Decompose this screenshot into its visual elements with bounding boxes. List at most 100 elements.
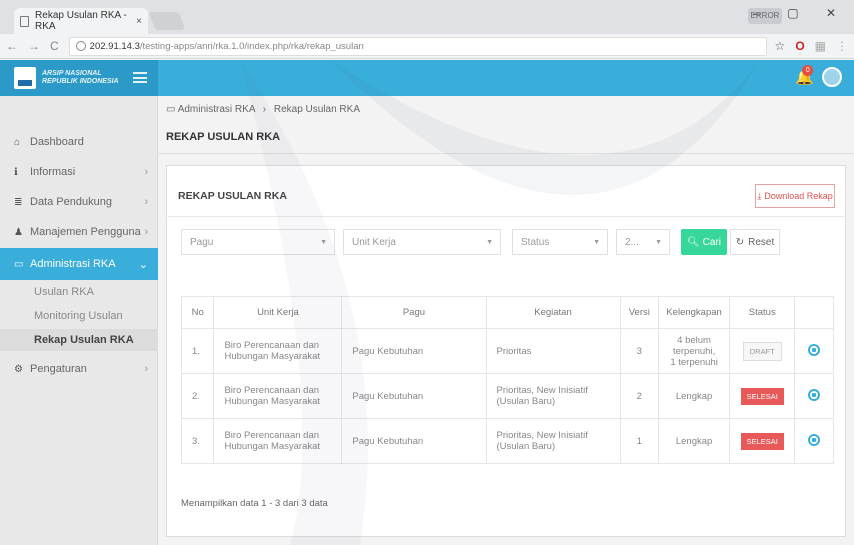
sidebar-item-pengaturan[interactable]: ⚙ Pengaturan › bbox=[0, 354, 158, 384]
sidebar-subitem-monitoring-usulan[interactable]: Monitoring Usulan bbox=[34, 310, 123, 322]
rekap-table: No Unit Kerja Pagu Kegiatan Versi Keleng… bbox=[180, 296, 834, 464]
sidebar-item-label: Administrasi RKA bbox=[30, 258, 116, 270]
chevron-right-icon: › bbox=[144, 166, 148, 178]
sidebar-item-label: Manajemen Pengguna bbox=[30, 226, 141, 238]
caret-down-icon: ▼ bbox=[320, 238, 327, 246]
sidebar-item-label: Informasi bbox=[30, 166, 76, 178]
pagination-summary: Menampilkan data 1 - 3 dari 3 data bbox=[181, 498, 328, 509]
breadcrumb-current: Rekap Usulan RKA bbox=[273, 104, 360, 115]
column-header: Unit Kerja bbox=[213, 296, 343, 329]
tab-close-icon[interactable]: × bbox=[136, 16, 142, 27]
address-bar: ← → C 202.91.14.3 /testing-apps/anri/rka… bbox=[0, 34, 854, 59]
menu-icon[interactable] bbox=[133, 72, 147, 83]
cell-unit-kerja: Biro Perencanaan dan Hubungan Masyarakat bbox=[213, 328, 343, 374]
column-header: Status bbox=[729, 296, 796, 329]
sidebar: ⌂ Dashboard ℹ Informasi › ≣ Data Penduku… bbox=[0, 96, 158, 545]
reset-button-label: Reset bbox=[748, 236, 775, 248]
sidebar-subitem-rekap-usulan-rka[interactable]: Rekap Usulan RKA bbox=[0, 329, 158, 351]
bookmark-star-icon[interactable]: ☆ bbox=[775, 39, 786, 53]
forward-icon[interactable]: → bbox=[28, 39, 40, 53]
logo-line2: REPUBLIK INDONESIA bbox=[42, 78, 119, 85]
database-icon: ≣ bbox=[14, 196, 23, 208]
status-select[interactable]: Status ▼ bbox=[512, 229, 608, 255]
logo-line1: ARSIP NASIONAL bbox=[42, 70, 102, 77]
page-title: REKAP USULAN RKA bbox=[166, 131, 281, 143]
url-path: /testing-apps/anri/rka.1.0/index.php/rka… bbox=[139, 40, 364, 52]
refresh-icon: ↻ bbox=[735, 236, 745, 248]
view-detail-icon[interactable] bbox=[808, 433, 821, 446]
column-header bbox=[794, 296, 834, 329]
chevron-down-icon: ⌄ bbox=[138, 258, 148, 271]
notification-badge: 0 bbox=[802, 65, 814, 76]
year-select[interactable]: 2... ▼ bbox=[616, 229, 670, 255]
caret-down-icon: ▼ bbox=[655, 238, 662, 246]
sidebar-item-administrasi-rka[interactable]: ▭ Administrasi RKA ⌄ bbox=[0, 248, 158, 280]
divider bbox=[158, 153, 854, 154]
opera-icon[interactable]: O bbox=[795, 39, 804, 53]
pagu-select[interactable]: Pagu ▼ bbox=[181, 229, 335, 255]
browser-tab[interactable]: Rekap Usulan RKA - RKA × bbox=[14, 8, 148, 34]
caret-down-icon: ▼ bbox=[486, 238, 493, 246]
column-header: Kegiatan bbox=[485, 296, 621, 329]
url-field[interactable]: 202.91.14.3 /testing-apps/anri/rka.1.0/i… bbox=[68, 36, 767, 56]
cell-unit-kerja: Biro Perencanaan dan Hubungan Masyarakat bbox=[213, 373, 343, 419]
tab-title: Rekap Usulan RKA - RKA bbox=[35, 10, 127, 32]
search-button-label: Cari bbox=[702, 236, 722, 248]
user-icon: ♟ bbox=[14, 226, 23, 238]
cell-kegiatan: Prioritas, New Inisiatif (Usulan Baru) bbox=[485, 418, 621, 464]
view-detail-icon[interactable] bbox=[808, 388, 821, 401]
sidebar-item-data-pendukung[interactable]: ≣ Data Pendukung › bbox=[0, 187, 158, 217]
reload-icon[interactable]: C bbox=[50, 39, 59, 53]
download-rekap-button[interactable]: ⤓ Download Rekap bbox=[755, 184, 835, 208]
extension-icon[interactable]: ▦ bbox=[815, 39, 826, 53]
year-select-value: 2... bbox=[625, 236, 639, 248]
folder-icon: ▭ bbox=[166, 104, 178, 115]
cell-pagu: Pagu Kebutuhan bbox=[341, 373, 487, 419]
browser-menu-icon[interactable]: ⋮ bbox=[836, 39, 848, 53]
status-badge: DRAFT bbox=[742, 341, 782, 361]
cell-versi: 3 bbox=[619, 328, 660, 374]
breadcrumb-parent[interactable]: Administrasi RKA bbox=[178, 104, 255, 115]
anri-emblem-icon bbox=[14, 67, 36, 89]
new-tab-button[interactable] bbox=[148, 12, 186, 30]
column-header: No bbox=[180, 296, 215, 329]
info-icon[interactable] bbox=[75, 41, 86, 51]
status-select-value: Status bbox=[521, 236, 550, 248]
sidebar-item-label: Dashboard bbox=[30, 136, 84, 148]
cell-unit-kerja: Biro Perencanaan dan Hubungan Masyarakat bbox=[213, 418, 343, 464]
unit-kerja-select-value: Unit Kerja bbox=[352, 236, 396, 248]
table-row: 3. Biro Perencanaan dan Hubungan Masyara… bbox=[180, 418, 834, 464]
chevron-right-icon: › bbox=[144, 363, 148, 375]
view-detail-icon[interactable] bbox=[808, 343, 821, 356]
user-avatar[interactable] bbox=[822, 67, 842, 87]
window-controls[interactable]: – ▢ ✕ bbox=[753, 6, 848, 20]
sidebar-item-manajemen-pengguna[interactable]: ♟ Manajemen Pengguna › bbox=[0, 217, 158, 247]
download-icon: ⤓ bbox=[757, 190, 762, 201]
info-icon: ℹ bbox=[14, 166, 18, 178]
back-icon[interactable]: ← bbox=[6, 39, 18, 53]
cell-pagu: Pagu Kebutuhan bbox=[341, 418, 487, 464]
app-header: ARSIP NASIONAL REPUBLIK INDONESIA 🔔 0 bbox=[0, 60, 854, 96]
column-header: Pagu bbox=[341, 296, 487, 329]
cell-kegiatan: Prioritas, New Inisiatif (Usulan Baru) bbox=[485, 373, 621, 419]
search-button[interactable]: 🔍︎ Cari bbox=[681, 229, 727, 255]
reset-button[interactable]: ↻ Reset bbox=[730, 229, 780, 255]
sidebar-item-label: Data Pendukung bbox=[30, 196, 112, 208]
home-icon: ⌂ bbox=[14, 136, 21, 148]
browser-tabbar: Rekap Usulan RKA - RKA × ERROR – ▢ ✕ bbox=[0, 0, 854, 34]
column-header: Kelengkapan bbox=[658, 296, 731, 329]
cell-versi: 2 bbox=[619, 373, 660, 419]
cell-kelengkapan: Lengkap bbox=[658, 418, 731, 464]
sidebar-subitem-usulan-rka[interactable]: Usulan RKA bbox=[34, 286, 94, 298]
bell-icon[interactable]: 🔔 0 bbox=[795, 65, 814, 86]
url-host: 202.91.14.3 bbox=[89, 40, 140, 52]
unit-kerja-select[interactable]: Unit Kerja ▼ bbox=[343, 229, 501, 255]
column-header: Versi bbox=[619, 296, 660, 329]
sidebar-item-dashboard[interactable]: ⌂ Dashboard bbox=[0, 127, 158, 157]
sidebar-item-informasi[interactable]: ℹ Informasi › bbox=[0, 157, 158, 187]
chevron-right-icon: › bbox=[144, 226, 148, 238]
status-badge: SELESAI bbox=[740, 432, 784, 450]
breadcrumb: ▭ Administrasi RKA › Rekap Usulan RKA bbox=[166, 104, 360, 115]
cell-no: 3. bbox=[180, 418, 215, 464]
cell-kegiatan: Prioritas bbox=[485, 328, 621, 374]
